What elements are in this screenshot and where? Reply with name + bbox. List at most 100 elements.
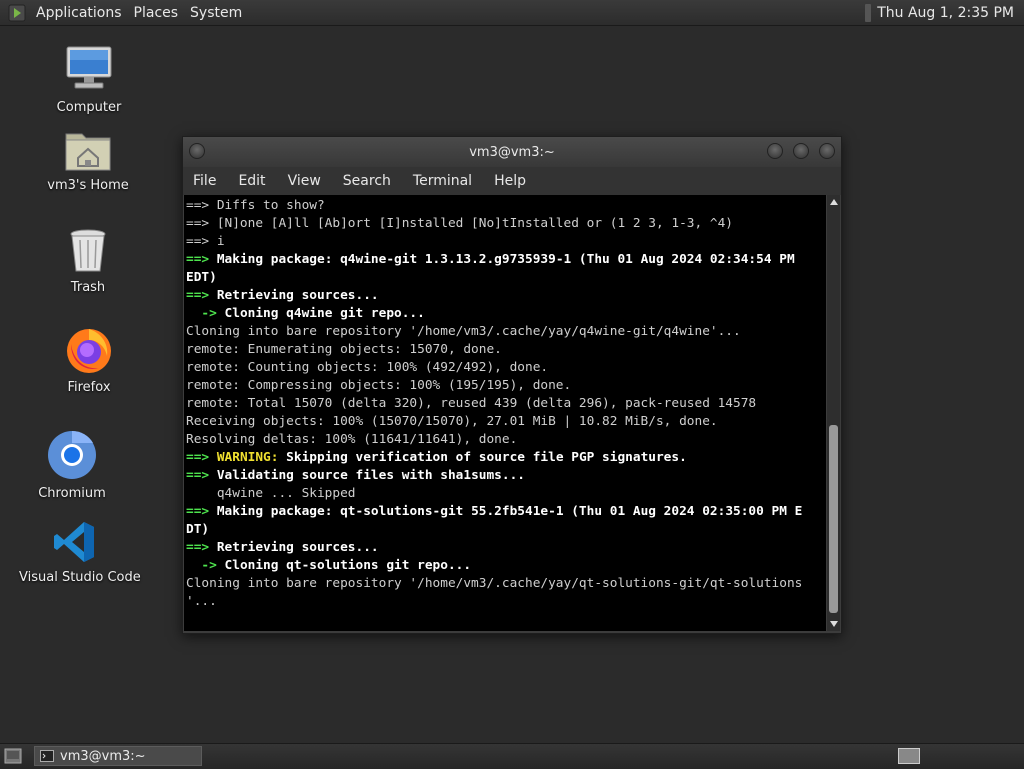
desktop-icon-chromium[interactable]: Chromium bbox=[17, 430, 127, 501]
scroll-down-arrow-icon[interactable] bbox=[830, 621, 838, 627]
terminal-line: ==> Making package: qt-solutions-git 55.… bbox=[186, 503, 826, 521]
menu-terminal[interactable]: Terminal bbox=[402, 173, 483, 189]
terminal-segment: Cloning qt-solutions git repo... bbox=[224, 558, 472, 573]
applications-menu-icon[interactable] bbox=[8, 4, 26, 22]
desktop-icon-home[interactable]: vm3's Home bbox=[33, 128, 143, 193]
terminal-segment: ==> bbox=[186, 504, 217, 519]
terminal-line: q4wine ... Skipped bbox=[186, 485, 826, 503]
terminal-line: Resolving deltas: 100% (11641/11641), do… bbox=[186, 431, 826, 449]
terminal-segment: ==> [N]one [A]ll [Ab]ort [I]nstalled [No… bbox=[186, 216, 734, 231]
menu-search[interactable]: Search bbox=[332, 173, 402, 189]
terminal-segment: Receiving objects: 100% (15070/15070), 2… bbox=[186, 414, 718, 429]
bottom-panel: vm3@vm3:~ bbox=[0, 743, 1024, 769]
terminal-segment: ==> bbox=[186, 540, 217, 555]
top-panel: Applications Places System Thu Aug 1, 2:… bbox=[0, 0, 1024, 26]
workspace-switcher[interactable] bbox=[898, 748, 920, 764]
terminal-segment: q4wine ... Skipped bbox=[186, 486, 356, 501]
terminal-segment: '... bbox=[186, 594, 217, 609]
terminal-icon bbox=[40, 750, 54, 762]
scrollbar-thumb[interactable] bbox=[829, 425, 838, 613]
terminal-line: ==> Retrieving sources... bbox=[186, 539, 826, 557]
terminal-segment: Cloning into bare repository '/home/vm3/… bbox=[186, 576, 803, 591]
terminal-segment: Cloning q4wine git repo... bbox=[224, 306, 425, 321]
terminal-segment: ==> i bbox=[186, 234, 225, 249]
terminal-segment: Validating source files with sha1sums... bbox=[216, 468, 526, 483]
terminal-line: EDT) bbox=[186, 269, 826, 287]
minimize-button[interactable] bbox=[767, 143, 783, 159]
terminal-line: ==> Retrieving sources... bbox=[186, 287, 826, 305]
icon-label-chromium: Chromium bbox=[38, 486, 106, 501]
show-desktop-icon[interactable] bbox=[4, 748, 22, 764]
terminal-window[interactable]: vm3@vm3:~ File Edit View Search Terminal… bbox=[182, 136, 842, 634]
icon-label-trash: Trash bbox=[70, 280, 106, 295]
menu-file[interactable]: File bbox=[183, 173, 227, 189]
terminal-line: Receiving objects: 100% (15070/15070), 2… bbox=[186, 413, 826, 431]
panel-right-area: Thu Aug 1, 2:35 PM bbox=[865, 0, 1024, 25]
terminal-segment: remote: Counting objects: 100% (492/492)… bbox=[186, 360, 549, 375]
taskbar-task-label: vm3@vm3:~ bbox=[60, 748, 146, 764]
icon-label-computer: Computer bbox=[56, 100, 122, 115]
desktop-icon-computer[interactable]: Computer bbox=[34, 44, 144, 115]
terminal-segment: ==> Diffs to show? bbox=[186, 198, 325, 213]
menu-help[interactable]: Help bbox=[483, 173, 537, 189]
terminal-scrollbar[interactable] bbox=[827, 195, 840, 631]
menu-view[interactable]: View bbox=[277, 173, 332, 189]
terminal-segment: remote: Enumerating objects: 15070, done… bbox=[186, 342, 502, 357]
terminal-segment: -> bbox=[186, 558, 225, 573]
computer-icon bbox=[66, 46, 112, 89]
terminal-line: ==> Validating source files with sha1sum… bbox=[186, 467, 826, 485]
trash-icon bbox=[70, 229, 106, 272]
terminal-line: Cloning into bare repository '/home/vm3/… bbox=[186, 575, 826, 593]
terminal-line: remote: Enumerating objects: 15070, done… bbox=[186, 341, 826, 359]
terminal-segment: Skipping verification of source file PGP… bbox=[286, 450, 687, 465]
terminal-segment: Retrieving sources... bbox=[216, 288, 379, 303]
firefox-icon bbox=[67, 329, 111, 373]
terminal-line: DT) bbox=[186, 521, 826, 539]
terminal-line: remote: Counting objects: 100% (492/492)… bbox=[186, 359, 826, 377]
terminal-segment: remote: Compressing objects: 100% (195/1… bbox=[186, 378, 572, 393]
terminal-line: ==> Diffs to show? bbox=[186, 197, 826, 215]
window-menu-button[interactable] bbox=[189, 143, 205, 159]
terminal-output[interactable]: ==> Diffs to show? ==> [N]one [A]ll [Ab]o… bbox=[184, 195, 826, 631]
terminal-text: ==> Diffs to show? ==> [N]one [A]ll [Ab]o… bbox=[184, 195, 826, 611]
home-folder-icon bbox=[65, 133, 111, 171]
terminal-segment: DT) bbox=[186, 522, 210, 537]
desktop-icon-firefox[interactable]: Firefox bbox=[34, 326, 144, 395]
menu-applications[interactable]: Applications bbox=[32, 5, 130, 21]
maximize-button[interactable] bbox=[793, 143, 809, 159]
close-button[interactable] bbox=[819, 143, 835, 159]
taskbar-terminal-button[interactable]: vm3@vm3:~ bbox=[34, 746, 202, 766]
menu-system[interactable]: System bbox=[186, 5, 250, 21]
terminal-line: -> Cloning q4wine git repo... bbox=[186, 305, 826, 323]
terminal-line: ==> WARNING: Skipping verification of so… bbox=[186, 449, 826, 467]
terminal-segment: ==> bbox=[186, 288, 217, 303]
terminal-line: ==> i bbox=[186, 233, 826, 251]
terminal-line: ==> Making package: q4wine-git 1.3.13.2.… bbox=[186, 251, 826, 269]
terminal-line: remote: Total 15070 (delta 320), reused … bbox=[186, 395, 826, 413]
window-titlebar[interactable]: vm3@vm3:~ bbox=[183, 137, 841, 167]
terminal-line: -> Cloning qt-solutions git repo... bbox=[186, 557, 826, 575]
terminal-segment: Cloning into bare repository '/home/vm3/… bbox=[186, 324, 741, 339]
icon-label-home: vm3's Home bbox=[47, 178, 129, 193]
vscode-icon bbox=[54, 522, 94, 562]
terminal-line: Cloning into bare repository '/home/vm3/… bbox=[186, 323, 826, 341]
terminal-segment: EDT) bbox=[186, 270, 217, 285]
terminal-segment: -> bbox=[186, 306, 225, 321]
terminal-menubar: File Edit View Search Terminal Help bbox=[183, 167, 841, 195]
icon-label-firefox: Firefox bbox=[67, 380, 111, 395]
terminal-segment: ==> bbox=[186, 252, 217, 267]
window-title: vm3@vm3:~ bbox=[469, 144, 555, 160]
menu-places[interactable]: Places bbox=[130, 5, 187, 21]
terminal-segment: Retrieving sources... bbox=[216, 540, 379, 555]
clock[interactable]: Thu Aug 1, 2:35 PM bbox=[871, 5, 1024, 21]
terminal-segment: Making package: q4wine-git 1.3.13.2.g973… bbox=[216, 252, 795, 267]
scroll-up-arrow-icon[interactable] bbox=[830, 199, 838, 205]
desktop-icon-vscode[interactable]: Visual Studio Code bbox=[19, 520, 141, 585]
terminal-segment: Resolving deltas: 100% (11641/11641), do… bbox=[186, 432, 518, 447]
desktop-icon-trash[interactable]: Trash bbox=[33, 228, 143, 295]
terminal-segment: ==> bbox=[186, 468, 217, 483]
terminal-segment: ==> bbox=[186, 450, 217, 465]
chromium-icon bbox=[48, 430, 96, 479]
menu-edit[interactable]: Edit bbox=[227, 173, 276, 189]
icon-label-vscode: Visual Studio Code bbox=[19, 570, 141, 585]
